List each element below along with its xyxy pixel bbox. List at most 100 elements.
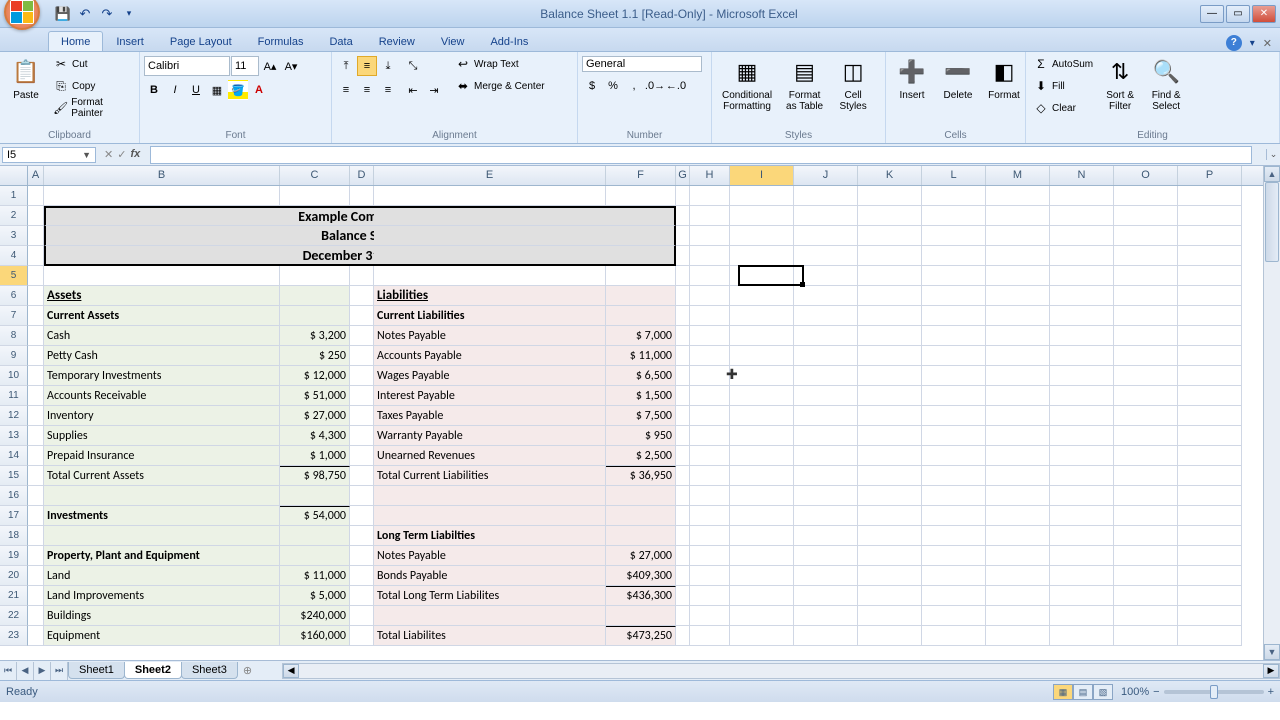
cell-G12[interactable] xyxy=(676,406,690,426)
cell-M21[interactable] xyxy=(986,586,1050,606)
cell-F5[interactable] xyxy=(606,266,676,286)
cell-B13[interactable]: Supplies xyxy=(44,426,280,446)
cell-K21[interactable] xyxy=(858,586,922,606)
cell-B6[interactable]: Assets xyxy=(44,286,280,306)
cell-B18[interactable] xyxy=(44,526,280,546)
cell-F23[interactable]: $473,250 xyxy=(606,626,676,646)
cell-J10[interactable] xyxy=(794,366,858,386)
cell-J23[interactable] xyxy=(794,626,858,646)
cell-D16[interactable] xyxy=(350,486,374,506)
cell-N21[interactable] xyxy=(1050,586,1114,606)
col-header-A[interactable]: A xyxy=(28,166,44,185)
row-header[interactable]: 4 xyxy=(0,246,28,266)
minimize-button[interactable]: — xyxy=(1200,5,1224,23)
cell-J19[interactable] xyxy=(794,546,858,566)
scroll-down-icon[interactable]: ▼ xyxy=(1264,644,1280,660)
cell-C14[interactable]: $ 1,000 xyxy=(280,446,350,466)
zoom-out-icon[interactable]: − xyxy=(1153,686,1159,698)
cell-E2[interactable] xyxy=(374,206,606,226)
cell-M6[interactable] xyxy=(986,286,1050,306)
cell-B15[interactable]: Total Current Assets xyxy=(44,466,280,486)
cell-I9[interactable] xyxy=(730,346,794,366)
cell-K2[interactable] xyxy=(858,206,922,226)
cell-E15[interactable]: Total Current Liabilities xyxy=(374,466,606,486)
row-header[interactable]: 23 xyxy=(0,626,28,646)
cell-C1[interactable] xyxy=(280,186,350,206)
cell-B17[interactable]: Investments xyxy=(44,506,280,526)
tab-formulas[interactable]: Formulas xyxy=(245,31,317,51)
sheet-tab-sheet3[interactable]: Sheet3 xyxy=(181,662,238,679)
cell-P9[interactable] xyxy=(1178,346,1242,366)
cell-L13[interactable] xyxy=(922,426,986,446)
cell-L16[interactable] xyxy=(922,486,986,506)
cell-L3[interactable] xyxy=(922,226,986,246)
cell-F9[interactable]: $ 11,000 xyxy=(606,346,676,366)
cell-P6[interactable] xyxy=(1178,286,1242,306)
shrink-font-icon[interactable]: A▾ xyxy=(281,56,301,76)
cell-G10[interactable] xyxy=(676,366,690,386)
cell-J11[interactable] xyxy=(794,386,858,406)
cell-D1[interactable] xyxy=(350,186,374,206)
cell-O15[interactable] xyxy=(1114,466,1178,486)
cell-G23[interactable] xyxy=(676,626,690,646)
cell-K5[interactable] xyxy=(858,266,922,286)
cell-K22[interactable] xyxy=(858,606,922,626)
cell-M15[interactable] xyxy=(986,466,1050,486)
cell-P7[interactable] xyxy=(1178,306,1242,326)
cell-D17[interactable] xyxy=(350,506,374,526)
col-header-B[interactable]: B xyxy=(44,166,280,185)
cell-D11[interactable] xyxy=(350,386,374,406)
cell-D15[interactable] xyxy=(350,466,374,486)
cell-P4[interactable] xyxy=(1178,246,1242,266)
cell-F4[interactable] xyxy=(606,246,676,266)
enter-fx-icon[interactable]: ✓ xyxy=(117,148,126,161)
delete-cells-button[interactable]: ➖Delete xyxy=(936,54,980,103)
cell-A9[interactable] xyxy=(28,346,44,366)
cell-P17[interactable] xyxy=(1178,506,1242,526)
worksheet-grid[interactable]: ABCDEFGHIJKLMNOP 12Example Company Inc3B… xyxy=(0,166,1280,660)
cell-E7[interactable]: Current Liabilities xyxy=(374,306,606,326)
cell-L8[interactable] xyxy=(922,326,986,346)
cell-O17[interactable] xyxy=(1114,506,1178,526)
cell-M19[interactable] xyxy=(986,546,1050,566)
tab-data[interactable]: Data xyxy=(316,31,365,51)
cell-P13[interactable] xyxy=(1178,426,1242,446)
select-all-corner[interactable] xyxy=(0,166,28,186)
cell-A5[interactable] xyxy=(28,266,44,286)
paste-button[interactable]: 📋 Paste xyxy=(4,54,48,103)
cell-B16[interactable] xyxy=(44,486,280,506)
align-center-icon[interactable]: ≡ xyxy=(357,80,377,100)
row-header[interactable]: 3 xyxy=(0,226,28,246)
cell-A4[interactable] xyxy=(28,246,44,266)
cell-H16[interactable] xyxy=(690,486,730,506)
name-box[interactable]: I5▼ xyxy=(2,147,96,163)
cell-D22[interactable] xyxy=(350,606,374,626)
sort-filter-button[interactable]: ⇅Sort & Filter xyxy=(1098,54,1142,114)
cell-L18[interactable] xyxy=(922,526,986,546)
cell-M8[interactable] xyxy=(986,326,1050,346)
cell-J17[interactable] xyxy=(794,506,858,526)
cell-J9[interactable] xyxy=(794,346,858,366)
redo-icon[interactable]: ↷ xyxy=(98,5,116,23)
cell-I15[interactable] xyxy=(730,466,794,486)
cell-H11[interactable] xyxy=(690,386,730,406)
cell-B5[interactable] xyxy=(44,266,280,286)
cell-M9[interactable] xyxy=(986,346,1050,366)
cell-J3[interactable] xyxy=(794,226,858,246)
sheet-tab-sheet1[interactable]: Sheet1 xyxy=(68,662,125,679)
cell-N23[interactable] xyxy=(1050,626,1114,646)
cell-D7[interactable] xyxy=(350,306,374,326)
cell-E23[interactable]: Total Liabilites xyxy=(374,626,606,646)
cell-B21[interactable]: Land Improvements xyxy=(44,586,280,606)
cell-N20[interactable] xyxy=(1050,566,1114,586)
cell-P3[interactable] xyxy=(1178,226,1242,246)
cell-O23[interactable] xyxy=(1114,626,1178,646)
cell-A15[interactable] xyxy=(28,466,44,486)
chevron-down-icon[interactable]: ▼ xyxy=(82,150,91,160)
cell-A18[interactable] xyxy=(28,526,44,546)
row-header[interactable]: 10 xyxy=(0,366,28,386)
cell-I8[interactable] xyxy=(730,326,794,346)
tab-page-layout[interactable]: Page Layout xyxy=(157,31,245,51)
cell-O13[interactable] xyxy=(1114,426,1178,446)
cell-F22[interactable] xyxy=(606,606,676,626)
